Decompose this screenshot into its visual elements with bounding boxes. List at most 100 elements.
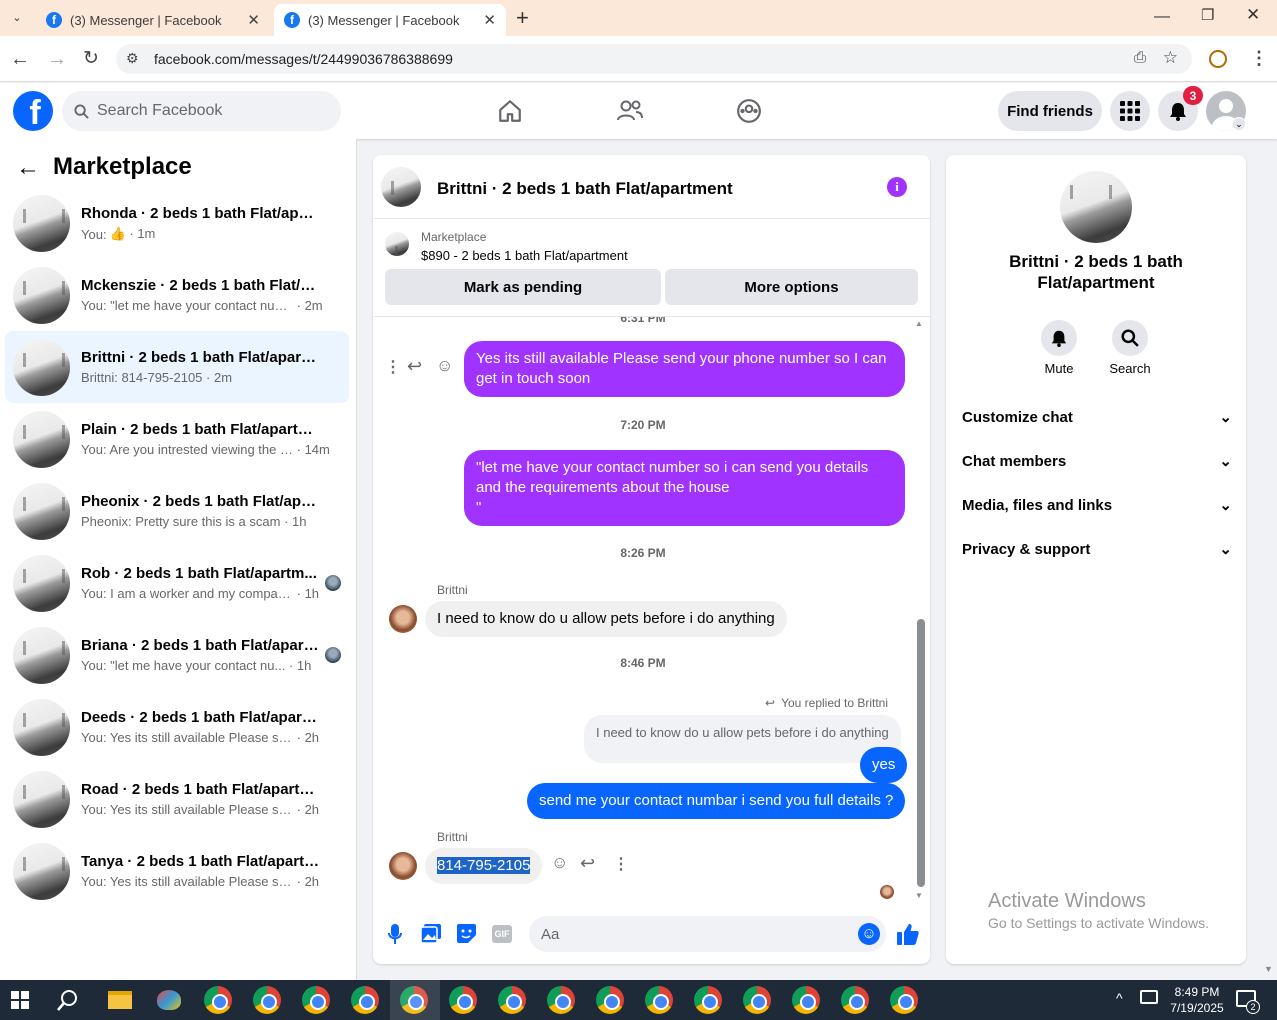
restore-button[interactable]: ❐ <box>1201 6 1214 24</box>
facebook-logo[interactable]: f <box>13 91 53 131</box>
conversation-item[interactable]: Rob · 2 beds 1 bath Flat/apartm... You: I… <box>5 547 349 619</box>
find-friends-button[interactable]: Find friends <box>998 91 1102 131</box>
chrome-taskbar-icon[interactable] <box>351 986 379 1014</box>
chat-members-row[interactable]: Chat members ⌄ <box>962 452 1232 471</box>
browser-menu-icon[interactable]: ⋮ <box>1250 48 1268 69</box>
reload-button[interactable]: ↻ <box>83 47 99 70</box>
browser-tab-2[interactable]: f (3) Messenger | Facebook ✕ <box>274 4 506 36</box>
chrome-taskbar-icon[interactable] <box>596 986 624 1014</box>
file-explorer-icon[interactable] <box>108 991 132 1009</box>
chrome-taskbar-icon[interactable] <box>694 986 722 1014</box>
chrome-taskbar-icon[interactable] <box>253 986 281 1014</box>
react-icon[interactable]: ☺ <box>436 356 453 376</box>
tab-list-button[interactable]: ⌄ <box>6 6 28 28</box>
search-conversation-button[interactable] <box>1112 320 1148 356</box>
scrollbar-thumb[interactable] <box>917 619 925 887</box>
back-arrow-icon[interactable]: ← <box>16 154 40 182</box>
close-window-button[interactable]: ✕ <box>1246 5 1260 25</box>
chrome-taskbar-icon[interactable] <box>204 986 232 1014</box>
listing-thumbnail[interactable] <box>385 232 409 256</box>
taskbar-search-icon[interactable] <box>57 989 79 1011</box>
paint-app-icon[interactable] <box>157 990 181 1010</box>
privacy-support-row[interactable]: Privacy & support ⌄ <box>962 540 1232 559</box>
close-tab-icon[interactable]: ✕ <box>483 11 496 29</box>
sender-avatar[interactable] <box>389 605 417 633</box>
mark-pending-button[interactable]: Mark as pending <box>385 269 661 305</box>
message-bubble-sent[interactable]: Yes its still available Please send your… <box>464 341 905 397</box>
more-actions-icon[interactable]: ⋮ <box>613 854 629 874</box>
message-bubble-sent[interactable]: send me your contact numbar i send you f… <box>527 783 906 819</box>
reply-icon[interactable]: ↩ <box>580 853 595 874</box>
home-icon[interactable] <box>497 98 523 124</box>
conversation-item[interactable]: Mckenszie · 2 beds 1 bath Flat/apa... You… <box>5 259 349 331</box>
chrome-taskbar-icon[interactable] <box>743 986 771 1014</box>
chrome-taskbar-icon[interactable] <box>302 986 330 1014</box>
details-avatar[interactable] <box>1060 171 1132 243</box>
groups-icon[interactable] <box>736 98 762 124</box>
conversation-item[interactable]: Pheonix · 2 beds 1 bath Flat/apart... Phe… <box>5 475 349 547</box>
chrome-taskbar-icon[interactable] <box>792 986 820 1014</box>
emoji-icon[interactable]: ☺ <box>858 923 880 945</box>
chat-title[interactable]: Brittni · 2 beds 1 bath Flat/apartment <box>437 179 733 199</box>
chrome-taskbar-icon[interactable] <box>890 986 918 1014</box>
profile-icon[interactable] <box>1209 50 1227 68</box>
media-files-row[interactable]: Media, files and links ⌄ <box>962 496 1232 515</box>
info-icon[interactable]: i <box>887 177 907 197</box>
message-input[interactable]: Aa ☺ <box>529 916 886 952</box>
messages-area[interactable]: 6:31 PM ⋮ ↩ ☺ Yes its still available Pl… <box>373 317 930 905</box>
sender-avatar[interactable] <box>389 852 417 880</box>
photo-icon[interactable] <box>421 924 441 943</box>
forward-button[interactable]: → <box>47 48 67 71</box>
chrome-taskbar-icon[interactable] <box>498 986 526 1014</box>
site-info-icon[interactable]: ⚙ <box>126 50 139 67</box>
show-hidden-icons[interactable]: ^ <box>1116 990 1123 1006</box>
conversation-item[interactable]: Tanya · 2 beds 1 bath Flat/apartment You:… <box>5 835 349 907</box>
browser-tab-1[interactable]: f (3) Messenger | Facebook ✕ <box>36 4 270 36</box>
menu-grid-button[interactable] <box>1110 91 1150 131</box>
message-bubble-received[interactable]: I need to know do u allow pets before i … <box>425 601 787 637</box>
install-app-icon[interactable]: ⎙ <box>1134 49 1146 66</box>
chrome-taskbar-icon[interactable] <box>841 986 869 1014</box>
windows-start-icon[interactable] <box>11 991 29 1009</box>
facebook-search-input[interactable]: Search Facebook <box>62 91 341 131</box>
message-bubble-sent[interactable]: yes <box>860 747 908 783</box>
quoted-message[interactable]: I need to know do u allow pets before i … <box>584 715 901 763</box>
conversation-item[interactable]: Rhonda · 2 beds 1 bath Flat/apart... You:… <box>5 187 349 259</box>
more-actions-icon[interactable]: ⋮ <box>385 357 401 377</box>
gif-icon[interactable]: GIF <box>492 925 512 943</box>
scroll-down-arrow[interactable]: ▼ <box>915 891 923 900</box>
network-icon[interactable] <box>1140 990 1158 1004</box>
conversation-item[interactable]: Road · 2 beds 1 bath Flat/apartment You: … <box>5 763 349 835</box>
new-tab-button[interactable]: + <box>516 5 529 31</box>
back-button[interactable]: ← <box>10 48 30 71</box>
minimize-button[interactable]: — <box>1154 8 1170 26</box>
url-input[interactable]: ⚙ facebook.com/messages/t/24499036786388… <box>116 44 1192 74</box>
customize-chat-row[interactable]: Customize chat ⌄ <box>962 408 1232 427</box>
microphone-icon[interactable] <box>388 924 402 944</box>
taskbar-clock[interactable]: 8:49 PM 7/19/2025 <box>1162 984 1232 1016</box>
close-tab-icon[interactable]: ✕ <box>247 11 260 29</box>
friends-icon[interactable] <box>616 98 644 124</box>
selected-phone-text[interactable]: 814-795-2105 <box>437 857 531 874</box>
mute-button[interactable] <box>1041 320 1077 356</box>
more-options-button[interactable]: More options <box>665 269 918 305</box>
chat-avatar[interactable] <box>381 167 421 207</box>
message-bubble-received[interactable]: 814-795-2105 <box>425 848 543 884</box>
conversation-item[interactable]: Deeds · 2 beds 1 bath Flat/apartm... You:… <box>5 691 349 763</box>
account-chevron-icon[interactable]: ⌄ <box>1232 117 1246 131</box>
chrome-taskbar-icon[interactable] <box>449 986 477 1014</box>
chrome-taskbar-icon[interactable] <box>547 986 575 1014</box>
message-bubble-sent[interactable]: "let me have your contact number so i ca… <box>464 450 905 526</box>
react-icon[interactable]: ☺ <box>551 853 568 873</box>
sticker-icon[interactable] <box>457 924 476 943</box>
scroll-up-arrow[interactable]: ▲ <box>915 319 923 328</box>
conversation-item[interactable]: Briana · 2 beds 1 bath Flat/apart... You:… <box>5 619 349 691</box>
conversation-item[interactable]: Plain · 2 beds 1 bath Flat/apartment You:… <box>5 403 349 475</box>
chrome-taskbar-icon[interactable] <box>645 986 673 1014</box>
reply-icon[interactable]: ↩ <box>407 356 422 377</box>
conversation-item[interactable]: Brittni · 2 beds 1 bath Flat/apartm... Br… <box>5 331 349 403</box>
listing-description[interactable]: $890 - 2 beds 1 bath Flat/apartment <box>421 248 628 263</box>
bookmark-star-icon[interactable]: ☆ <box>1163 48 1178 68</box>
page-scroll-down-arrow[interactable]: ▼ <box>1264 964 1273 974</box>
like-icon[interactable] <box>897 923 919 945</box>
